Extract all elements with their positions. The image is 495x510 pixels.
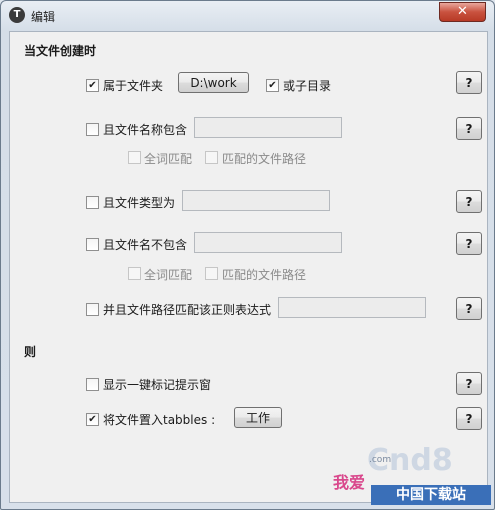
name-contains-whole-word-label: 全词匹配 xyxy=(144,152,193,166)
regex-label: 并且文件路径匹配该正则表达式 xyxy=(103,303,272,317)
tag-select-button[interactable]: 工作 xyxy=(234,407,282,428)
regex-checkbox[interactable] xyxy=(86,303,99,316)
close-button[interactable]: ✕ xyxy=(439,2,486,22)
dialog-window: T 编辑 ✕ 当文件创建时 ✔ 属于文件夹 D:\work ✔ 或子目录 ? 且… xyxy=(0,0,495,510)
help-button-name-contains[interactable]: ? xyxy=(456,117,482,140)
show-popup-checkbox[interactable] xyxy=(86,378,99,391)
section-when-heading: 当文件创建时 xyxy=(24,44,97,58)
help-button-in-folder[interactable]: ? xyxy=(456,71,482,94)
help-button-regex[interactable]: ? xyxy=(456,297,482,320)
name-contains-checkbox[interactable] xyxy=(86,123,99,136)
watermark-text-1: 我爱 xyxy=(333,473,366,492)
help-button-type-is[interactable]: ? xyxy=(456,190,482,213)
name-not-contains-label: 且文件名不包含 xyxy=(103,238,188,252)
watermark: Cnd8 .com 我爱 中国下载站 xyxy=(331,441,491,507)
name-not-contains-checkbox[interactable] xyxy=(86,238,99,251)
regex-input[interactable] xyxy=(278,297,426,318)
watermark-text-2: 中国下载站 xyxy=(371,485,491,505)
help-button-show-popup[interactable]: ? xyxy=(456,372,482,395)
subfolders-label: 或子目录 xyxy=(283,79,332,93)
name-not-contains-whole-word-checkbox[interactable] xyxy=(128,267,141,280)
type-is-label: 且文件类型为 xyxy=(103,196,176,210)
show-popup-label: 显示一键标记提示窗 xyxy=(103,378,212,392)
title-bar[interactable]: T 编辑 ✕ xyxy=(1,1,494,29)
name-contains-match-path-label: 匹配的文件路径 xyxy=(222,152,307,166)
name-contains-whole-word-checkbox[interactable] xyxy=(128,151,141,164)
rule-panel: 当文件创建时 ✔ 属于文件夹 D:\work ✔ 或子目录 ? 且文件名称包含 … xyxy=(9,31,488,503)
name-not-contains-input[interactable] xyxy=(194,232,342,253)
name-not-contains-match-path-checkbox[interactable] xyxy=(205,267,218,280)
watermark-domain: .com xyxy=(369,455,392,465)
window-title: 编辑 xyxy=(31,10,56,24)
name-contains-label: 且文件名称包含 xyxy=(103,123,188,137)
name-not-contains-match-path-label: 匹配的文件路径 xyxy=(222,268,307,282)
type-is-input[interactable] xyxy=(182,190,330,211)
help-button-tag-with[interactable]: ? xyxy=(456,407,482,430)
tag-with-checkbox[interactable]: ✔ xyxy=(86,413,99,426)
name-not-contains-whole-word-label: 全词匹配 xyxy=(144,268,193,282)
tag-with-label: 将文件置入tabbles : xyxy=(103,413,216,427)
in-folder-label: 属于文件夹 xyxy=(103,79,164,93)
in-folder-checkbox[interactable]: ✔ xyxy=(86,79,99,92)
app-logo-icon: T xyxy=(9,7,25,23)
folder-select-button[interactable]: D:\work xyxy=(178,72,249,93)
section-then-heading: 则 xyxy=(24,345,37,359)
name-contains-input[interactable] xyxy=(194,117,342,138)
name-contains-match-path-checkbox[interactable] xyxy=(205,151,218,164)
subfolders-checkbox[interactable]: ✔ xyxy=(266,79,279,92)
type-is-checkbox[interactable] xyxy=(86,196,99,209)
help-button-name-not-contains[interactable]: ? xyxy=(456,232,482,255)
